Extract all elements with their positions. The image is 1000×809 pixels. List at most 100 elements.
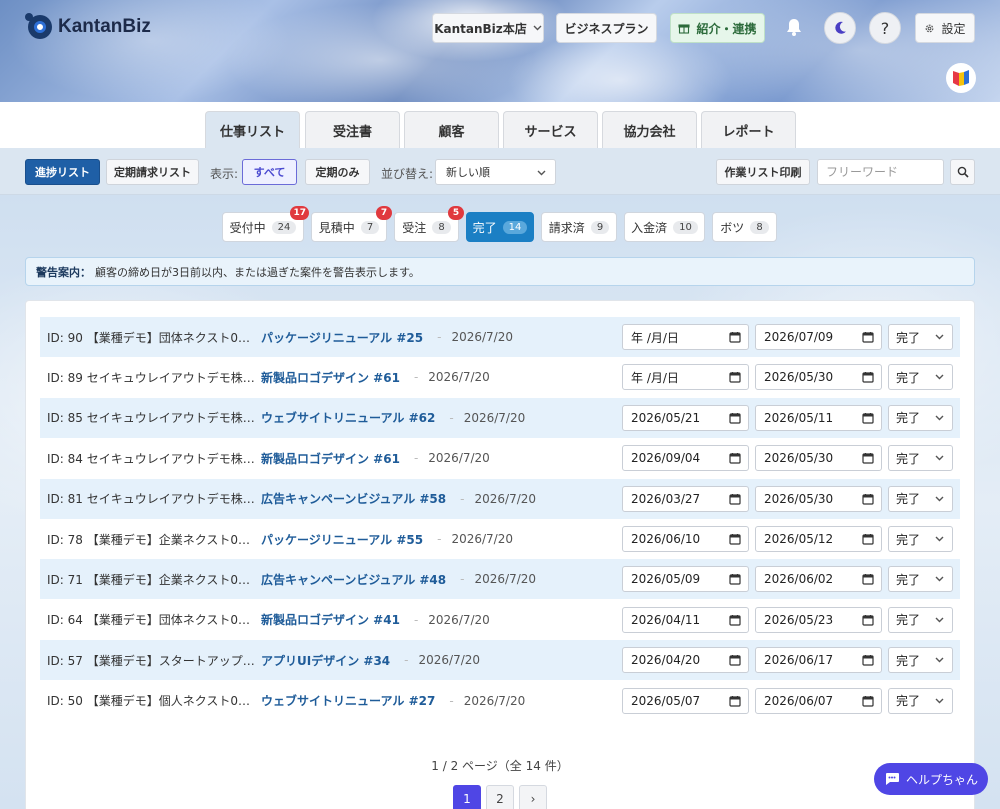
status-filter-count: 24 [271, 220, 297, 234]
status-filter-label: 受付中 [229, 220, 266, 235]
date-input-start[interactable]: 2026/04/20 [622, 647, 749, 674]
status-select[interactable]: 完了 [888, 324, 953, 350]
status-filter-count: 8 [432, 220, 451, 234]
job-meta: パッケージリニューアル #25 2026/7/20 [261, 329, 513, 346]
alert-badge: 17 [290, 206, 309, 220]
date-input-due[interactable]: 2026/05/11 [755, 404, 882, 431]
store-select[interactable]: KantanBiz本店 [432, 13, 544, 43]
tab-partners[interactable]: 協力会社 [602, 111, 697, 148]
app-logo[interactable]: KantanBiz [25, 13, 151, 39]
date-input-value: 2026/05/30 [764, 370, 834, 385]
job-title-link[interactable]: 広告キャンペーンビジュアル #48 [261, 571, 446, 588]
date-input-start[interactable]: 2026/05/21 [622, 404, 749, 431]
status-select[interactable]: 完了 [888, 606, 953, 633]
date-input-start[interactable]: 2026/09/04 [622, 445, 749, 472]
recurring-only-button[interactable]: 定期のみ [305, 159, 370, 185]
tab-job-list[interactable]: 仕事リスト [205, 111, 300, 148]
help-button[interactable]: ? [869, 12, 901, 44]
status-select[interactable]: 完了 [888, 566, 953, 593]
tab-services[interactable]: サービス [503, 111, 598, 148]
page-button-1[interactable]: 1 [453, 785, 481, 809]
date-input-start[interactable]: 2026/04/11 [622, 606, 749, 633]
job-title-link[interactable]: 新製品ロゴデザイン #41 [261, 611, 400, 628]
date-input-start[interactable]: 年 /月/日 [622, 364, 749, 391]
date-input-due[interactable]: 2026/06/07 [755, 687, 882, 714]
date-input-due[interactable]: 2026/05/12 [755, 526, 882, 552]
calendar-icon [729, 453, 741, 464]
job-date: 2026/7/20 [404, 653, 481, 667]
tab-customers[interactable]: 顧客 [404, 111, 499, 148]
status-filter-count: 8 [750, 220, 769, 234]
date-input-due[interactable]: 2026/07/09 [755, 324, 882, 350]
status-filter-ordered[interactable]: 受注 8 5 [394, 206, 464, 242]
date-input-due[interactable]: 2026/05/30 [755, 485, 882, 512]
help-chat-button[interactable]: ヘルプちゃん [874, 763, 988, 795]
status-select[interactable]: 完了 [888, 445, 953, 472]
print-list-button[interactable]: 作業リスト印刷 [716, 159, 810, 185]
gift-icon [678, 24, 691, 34]
dark-mode-button[interactable] [824, 12, 856, 44]
calendar-icon [862, 695, 874, 707]
progress-list-button[interactable]: 進捗リスト [25, 159, 100, 185]
notification-button[interactable] [778, 11, 810, 43]
status-filter-completed[interactable]: 完了 14 [466, 212, 534, 242]
job-row: ID: 81 セイキュウレイアウトデモ株式会社 広告キャンペーンビジュアル #58… [40, 478, 960, 519]
date-input-due[interactable]: 2026/06/17 [755, 647, 882, 674]
job-title-link[interactable]: パッケージリニューアル #55 [261, 531, 423, 548]
recurring-list-button[interactable]: 定期請求リスト [106, 159, 199, 185]
calendar-icon [862, 372, 874, 383]
status-filter-count: 10 [673, 220, 698, 234]
show-all-button[interactable]: すべて [242, 159, 297, 185]
status-filter-rejected[interactable]: ボツ 8 [712, 212, 777, 242]
date-input-due[interactable]: 2026/06/02 [755, 566, 882, 593]
next-page-button[interactable]: › [519, 785, 547, 809]
status-filter-paid[interactable]: 入金済 10 [624, 212, 705, 242]
sort-select[interactable]: 新しい順 [435, 159, 556, 185]
status-filter-received[interactable]: 受付中 24 17 [222, 206, 309, 242]
job-title-link[interactable]: 新製品ロゴデザイン #61 [261, 369, 400, 386]
status-select[interactable]: 完了 [888, 647, 953, 674]
job-title-link[interactable]: 新製品ロゴデザイン #61 [261, 450, 400, 467]
moon-icon [835, 21, 846, 34]
user-avatar[interactable] [946, 63, 976, 93]
date-input-due[interactable]: 2026/05/30 [755, 364, 882, 391]
status-select[interactable]: 完了 [888, 364, 953, 391]
status-select[interactable]: 完了 [888, 404, 953, 431]
warning-title: 警告案内： [36, 265, 91, 279]
job-title-link[interactable]: パッケージリニューアル #25 [261, 329, 423, 346]
page-button-2[interactable]: 2 [486, 785, 514, 809]
date-input-value: 2026/05/21 [631, 410, 701, 425]
status-select[interactable]: 完了 [888, 526, 953, 552]
date-input-start[interactable]: 2026/03/27 [622, 485, 749, 512]
job-id-customer: ID: 81 セイキュウレイアウトデモ株式会社 [47, 492, 257, 507]
status-select-value: 完了 [896, 330, 921, 345]
referral-button[interactable]: 紹介・連携 [670, 13, 765, 43]
status-select-value: 完了 [896, 532, 921, 547]
avatar-icon [953, 70, 969, 86]
job-title-link[interactable]: アプリUIデザイン #34 [261, 652, 390, 669]
settings-button[interactable]: 設定 [915, 13, 975, 43]
tab-orders[interactable]: 受注書 [305, 111, 400, 148]
status-select[interactable]: 完了 [888, 485, 953, 512]
search-button[interactable] [950, 159, 975, 185]
job-title-link[interactable]: 広告キャンペーンビジュアル #58 [261, 490, 446, 507]
job-meta: ウェブサイトリニューアル #62 2026/7/20 [261, 409, 525, 426]
status-filter-label: ボツ [720, 220, 745, 235]
date-input-start[interactable]: 2026/05/07 [622, 687, 749, 714]
warning-banner: 警告案内： 顧客の締め日が3日前以内、または過ぎた案件を警告表示します。 [25, 257, 975, 286]
search-input[interactable] [817, 159, 944, 185]
status-filter-estimating[interactable]: 見積中 7 7 [311, 206, 392, 242]
job-title-link[interactable]: ウェブサイトリニューアル #62 [261, 409, 435, 426]
job-title-link[interactable]: ウェブサイトリニューアル #27 [261, 692, 435, 709]
date-input-start[interactable]: 2026/06/10 [622, 526, 749, 552]
chevron-down-icon [935, 698, 944, 704]
date-input-start[interactable]: 年 /月/日 [622, 324, 749, 350]
date-input-due[interactable]: 2026/05/30 [755, 445, 882, 472]
date-input-start[interactable]: 2026/05/09 [622, 566, 749, 593]
status-select[interactable]: 完了 [888, 687, 953, 714]
date-input-due[interactable]: 2026/05/23 [755, 606, 882, 633]
business-plan-button[interactable]: ビジネスプラン [556, 13, 657, 43]
status-filter-billed[interactable]: 請求済 9 [541, 212, 617, 242]
job-row: ID: 84 セイキュウレイアウトデモ株式会社新製品ロゴデザイン #61 2026… [40, 438, 960, 478]
tab-reports[interactable]: レポート [701, 111, 796, 148]
